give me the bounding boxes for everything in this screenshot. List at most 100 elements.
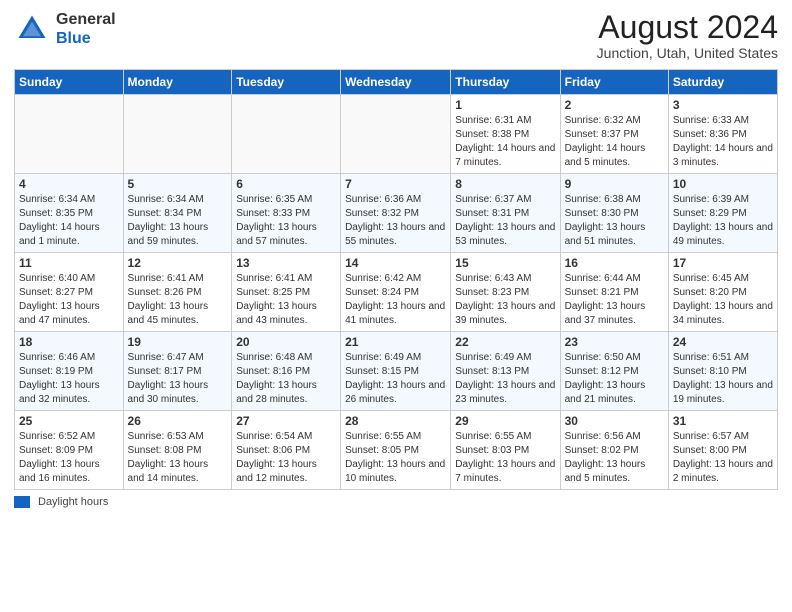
day-info: Sunrise: 6:32 AM Sunset: 8:37 PM Dayligh… <box>565 114 664 170</box>
day-info: Sunrise: 6:45 AM Sunset: 8:20 PM Dayligh… <box>673 272 773 328</box>
calendar-day <box>15 95 124 174</box>
calendar-day: 9Sunrise: 6:38 AM Sunset: 8:30 PM Daylig… <box>560 174 668 253</box>
calendar-day: 30 Sunrise: 6:56 AM Sunset: 8:02 PM Dayli… <box>560 411 668 490</box>
calendar-day: 19 Sunrise: 6:47 AM Sunset: 8:17 PM Dayli… <box>123 332 232 411</box>
calendar-day: 28 Sunrise: 6:55 AM Sunset: 8:05 PM Dayli… <box>341 411 451 490</box>
day-info: Sunrise: 6:56 AM Sunset: 8:02 PM Dayligh… <box>565 430 664 486</box>
day-number: 3 <box>673 98 773 112</box>
logo: General Blue <box>14 10 116 48</box>
day-number: 30 <box>565 414 664 428</box>
day-info: Sunrise: 6:49 AM Sunset: 8:15 PM Dayligh… <box>345 351 446 407</box>
day-number: 21 <box>345 335 446 349</box>
day-info: Sunrise: 6:52 AM Sunset: 8:09 PM Dayligh… <box>19 430 119 486</box>
logo-blue: Blue <box>56 30 91 47</box>
calendar-week-2: 4 Sunrise: 6:34 AM Sunset: 8:35 PM Daylig… <box>15 174 778 253</box>
day-number: 20 <box>236 335 336 349</box>
calendar-day: 1 Sunrise: 6:31 AM Sunset: 8:38 PM Daylig… <box>451 95 560 174</box>
calendar-day: 21 Sunrise: 6:49 AM Sunset: 8:15 PM Dayli… <box>341 332 451 411</box>
day-info: Sunrise: 6:44 AM Sunset: 8:21 PM Dayligh… <box>565 272 664 328</box>
header-friday: Friday <box>560 70 668 95</box>
day-info: Sunrise: 6:48 AM Sunset: 8:16 PM Dayligh… <box>236 351 336 407</box>
location: Junction, Utah, United States <box>597 45 778 61</box>
calendar-day: 6Sunrise: 6:35 AM Sunset: 8:33 PM Daylig… <box>232 174 341 253</box>
day-number: 25 <box>19 414 119 428</box>
calendar-day: 7 Sunrise: 6:36 AM Sunset: 8:32 PM Daylig… <box>341 174 451 253</box>
day-number: 17 <box>673 256 773 270</box>
calendar-day: 14Sunrise: 6:42 AM Sunset: 8:24 PM Dayli… <box>341 253 451 332</box>
day-number: 28 <box>345 414 446 428</box>
header-monday: Monday <box>123 70 232 95</box>
calendar-week-1: 1 Sunrise: 6:31 AM Sunset: 8:38 PM Daylig… <box>15 95 778 174</box>
day-number: 10 <box>673 177 773 191</box>
day-number: 6 <box>236 177 336 191</box>
day-info: Sunrise: 6:37 AM Sunset: 8:31 PM Dayligh… <box>455 193 555 249</box>
day-info: Sunrise: 6:38 AM Sunset: 8:30 PM Dayligh… <box>565 193 664 249</box>
day-info: Sunrise: 6:39 AM Sunset: 8:29 PM Dayligh… <box>673 193 773 249</box>
day-number: 2 <box>565 98 664 112</box>
day-number: 8 <box>455 177 555 191</box>
calendar-week-4: 18 Sunrise: 6:46 AM Sunset: 8:19 PM Dayli… <box>15 332 778 411</box>
calendar-day: 8 Sunrise: 6:37 AM Sunset: 8:31 PM Daylig… <box>451 174 560 253</box>
day-info: Sunrise: 6:57 AM Sunset: 8:00 PM Dayligh… <box>673 430 773 486</box>
day-info: Sunrise: 6:55 AM Sunset: 8:03 PM Dayligh… <box>455 430 555 486</box>
day-info: Sunrise: 6:31 AM Sunset: 8:38 PM Dayligh… <box>455 114 555 170</box>
calendar-day: 10 Sunrise: 6:39 AM Sunset: 8:29 PM Dayli… <box>668 174 777 253</box>
day-info: Sunrise: 6:55 AM Sunset: 8:05 PM Dayligh… <box>345 430 446 486</box>
day-info: Sunrise: 6:53 AM Sunset: 8:08 PM Dayligh… <box>128 430 228 486</box>
calendar-header-row: Sunday Monday Tuesday Wednesday Thursday… <box>15 70 778 95</box>
calendar-day: 23Sunrise: 6:50 AM Sunset: 8:12 PM Dayli… <box>560 332 668 411</box>
calendar-day: 22 Sunrise: 6:49 AM Sunset: 8:13 PM Dayli… <box>451 332 560 411</box>
day-number: 18 <box>19 335 119 349</box>
day-number: 19 <box>128 335 228 349</box>
calendar-day: 16 Sunrise: 6:44 AM Sunset: 8:21 PM Dayli… <box>560 253 668 332</box>
day-info: Sunrise: 6:34 AM Sunset: 8:35 PM Dayligh… <box>19 193 119 249</box>
day-info: Sunrise: 6:33 AM Sunset: 8:36 PM Dayligh… <box>673 114 773 170</box>
day-info: Sunrise: 6:46 AM Sunset: 8:19 PM Dayligh… <box>19 351 119 407</box>
logo-text: General Blue <box>56 10 116 48</box>
calendar-day: 3 Sunrise: 6:33 AM Sunset: 8:36 PM Daylig… <box>668 95 777 174</box>
day-number: 29 <box>455 414 555 428</box>
day-number: 24 <box>673 335 773 349</box>
calendar-day <box>232 95 341 174</box>
header-wednesday: Wednesday <box>341 70 451 95</box>
calendar-day: 20 Sunrise: 6:48 AM Sunset: 8:16 PM Dayli… <box>232 332 341 411</box>
day-info: Sunrise: 6:41 AM Sunset: 8:25 PM Dayligh… <box>236 272 336 328</box>
day-number: 16 <box>565 256 664 270</box>
calendar-day: 2 Sunrise: 6:32 AM Sunset: 8:37 PM Daylig… <box>560 95 668 174</box>
day-info: Sunrise: 6:36 AM Sunset: 8:32 PM Dayligh… <box>345 193 446 249</box>
calendar-day: 11Sunrise: 6:40 AM Sunset: 8:27 PM Dayli… <box>15 253 124 332</box>
day-number: 13 <box>236 256 336 270</box>
calendar-week-3: 11Sunrise: 6:40 AM Sunset: 8:27 PM Dayli… <box>15 253 778 332</box>
logo-general: General <box>56 11 116 28</box>
day-number: 7 <box>345 177 446 191</box>
logo-icon <box>14 11 50 47</box>
calendar-week-5: 25 Sunrise: 6:52 AM Sunset: 8:09 PM Dayli… <box>15 411 778 490</box>
header-thursday: Thursday <box>451 70 560 95</box>
day-number: 22 <box>455 335 555 349</box>
day-info: Sunrise: 6:54 AM Sunset: 8:06 PM Dayligh… <box>236 430 336 486</box>
header-tuesday: Tuesday <box>232 70 341 95</box>
calendar-day: 15 Sunrise: 6:43 AM Sunset: 8:23 PM Dayli… <box>451 253 560 332</box>
calendar-day: 27 Sunrise: 6:54 AM Sunset: 8:06 PM Dayli… <box>232 411 341 490</box>
calendar-day <box>341 95 451 174</box>
day-number: 27 <box>236 414 336 428</box>
day-number: 1 <box>455 98 555 112</box>
calendar-day: 26Sunrise: 6:53 AM Sunset: 8:08 PM Dayli… <box>123 411 232 490</box>
header: General Blue August 2024 Junction, Utah,… <box>14 10 778 61</box>
day-number: 31 <box>673 414 773 428</box>
day-number: 15 <box>455 256 555 270</box>
legend-color-box <box>14 496 30 508</box>
day-number: 4 <box>19 177 119 191</box>
calendar-day: 31 Sunrise: 6:57 AM Sunset: 8:00 PM Dayli… <box>668 411 777 490</box>
day-info: Sunrise: 6:34 AM Sunset: 8:34 PM Dayligh… <box>128 193 228 249</box>
day-info: Sunrise: 6:51 AM Sunset: 8:10 PM Dayligh… <box>673 351 773 407</box>
day-info: Sunrise: 6:40 AM Sunset: 8:27 PM Dayligh… <box>19 272 119 328</box>
day-info: Sunrise: 6:47 AM Sunset: 8:17 PM Dayligh… <box>128 351 228 407</box>
legend: Daylight hours <box>14 496 778 508</box>
day-info: Sunrise: 6:43 AM Sunset: 8:23 PM Dayligh… <box>455 272 555 328</box>
day-info: Sunrise: 6:42 AM Sunset: 8:24 PM Dayligh… <box>345 272 446 328</box>
calendar-day: 29 Sunrise: 6:55 AM Sunset: 8:03 PM Dayli… <box>451 411 560 490</box>
calendar-day: 13 Sunrise: 6:41 AM Sunset: 8:25 PM Dayli… <box>232 253 341 332</box>
header-sunday: Sunday <box>15 70 124 95</box>
day-info: Sunrise: 6:49 AM Sunset: 8:13 PM Dayligh… <box>455 351 555 407</box>
